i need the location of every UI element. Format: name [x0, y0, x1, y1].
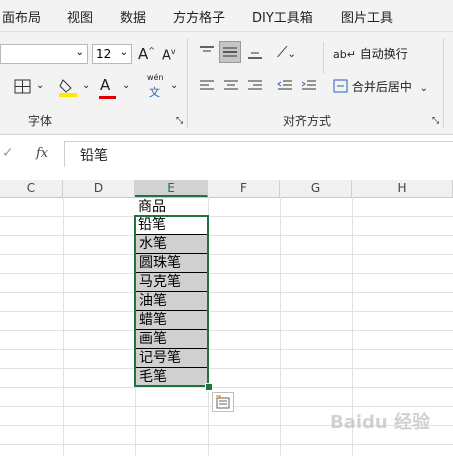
cell-item[interactable]: 画笔 [135, 330, 208, 349]
font-group-label: 字体 [28, 114, 53, 128]
grow-font-button[interactable]: A^ [138, 45, 155, 63]
cell-item[interactable]: 记号笔 [135, 349, 208, 368]
chevron-down-icon[interactable]: ⌄ [36, 80, 44, 91]
font-name-combo[interactable]: ⌄ [0, 44, 88, 64]
font-color-button[interactable]: A [99, 76, 116, 99]
column-header-f[interactable]: F [208, 180, 280, 197]
font-size-value: 12 [96, 47, 112, 61]
menu-view[interactable]: 视图 [67, 7, 93, 26]
orientation-button[interactable]: ⟋⌄ [277, 43, 296, 61]
chevron-down-icon[interactable]: ⌄ [82, 80, 90, 91]
font-color-swatch [99, 96, 116, 99]
quick-analysis-icon [216, 395, 230, 409]
wrap-text-icon: ab↵ [333, 48, 356, 61]
cell-item[interactable]: 蜡笔 [135, 311, 208, 330]
paint-bucket-icon [59, 79, 77, 97]
chevron-down-icon[interactable]: ⌄ [122, 80, 130, 91]
decrease-indent-button[interactable] [277, 79, 293, 96]
borders-icon [14, 79, 31, 94]
shrink-font-button[interactable]: Av [162, 47, 176, 63]
phonetic-icon: 文 [149, 86, 160, 99]
fill-handle[interactable] [205, 383, 213, 391]
align-bottom-button[interactable] [247, 47, 263, 64]
align-bottom-icon [248, 52, 262, 59]
check-icon[interactable]: ✓ [2, 145, 14, 161]
fill-color-button[interactable] [58, 77, 78, 100]
merge-center-label: 合并后居中 [351, 80, 412, 94]
column-header-c[interactable]: C [0, 180, 63, 197]
menu-fangfang[interactable]: 方方格子 [173, 7, 225, 26]
font-color-letter: A [100, 76, 111, 94]
column-header-e[interactable]: E [135, 180, 208, 197]
decrease-indent-icon [277, 80, 292, 90]
dialog-launcher-icon[interactable]: ⤡ [432, 116, 439, 126]
menu-bar: 面布局 视图 数据 方方格子 DIY工具箱 图片工具 [0, 0, 453, 32]
menu-diy-toolbox[interactable]: DIY工具箱 [252, 7, 313, 26]
phonetic-button[interactable]: wén [147, 73, 164, 82]
text-orientation-icon: ⟋ [277, 43, 288, 61]
menu-picture-tools[interactable]: 图片工具 [341, 7, 393, 26]
borders-button[interactable] [14, 79, 32, 98]
group-separator [187, 38, 188, 128]
cell-item[interactable]: 马克笔 [135, 273, 208, 292]
cell-e-header[interactable]: 商品 [135, 198, 208, 217]
chevron-down-icon: ⌄ [287, 49, 296, 60]
insert-function-button[interactable]: fx [36, 146, 48, 161]
merge-center-icon [333, 79, 348, 93]
align-right-button[interactable] [247, 79, 263, 96]
dialog-launcher-icon[interactable]: ⤡ [176, 116, 183, 126]
column-header-g[interactable]: G [280, 180, 352, 197]
cell-item[interactable]: 水笔 [135, 235, 208, 254]
font-size-combo[interactable]: 12 ⌄ [92, 44, 132, 64]
ribbon: ⌄ 12 ⌄ A^ Av ⌄ ⌄ A ⌄ wén 文 ⌄ 字体 ⤡ ⟋⌄ ab↵… [0, 32, 453, 135]
align-center-icon [224, 80, 238, 90]
menu-data[interactable]: 数据 [120, 7, 146, 26]
phonetic-top: wén [147, 73, 164, 82]
align-center-button[interactable] [223, 79, 239, 96]
formula-input[interactable]: 铅笔 [64, 141, 453, 167]
align-top-button[interactable] [199, 45, 215, 62]
column-header-d[interactable]: D [63, 180, 135, 197]
quick-analysis-button[interactable] [212, 392, 234, 412]
chevron-down-icon[interactable]: ⌄ [170, 80, 178, 91]
align-left-icon [200, 80, 214, 90]
group-separator [443, 38, 444, 128]
merge-center-button[interactable]: 合并后居中 ⌄ [333, 78, 428, 95]
chevron-down-icon: ⌄ [75, 47, 84, 58]
align-left-button[interactable] [199, 79, 215, 96]
increase-indent-button[interactable] [301, 79, 317, 96]
column-header-h[interactable]: H [352, 180, 453, 197]
divider [323, 42, 324, 74]
cell-item[interactable]: 铅笔 [135, 216, 208, 235]
alignment-group-label: 对齐方式 [283, 114, 332, 128]
column-header-row: C D E F G H [0, 180, 453, 198]
menu-page-layout[interactable]: 面布局 [2, 7, 41, 26]
cell-item[interactable]: 毛笔 [135, 368, 208, 387]
formula-bar: ✓ fx 铅笔 [0, 138, 453, 172]
align-top-icon [200, 46, 214, 52]
wrap-text-button[interactable]: ab↵ 自动换行 [333, 45, 408, 62]
align-middle-icon [223, 47, 237, 57]
align-middle-button[interactable] [219, 41, 241, 63]
cell-item[interactable]: 圆珠笔 [135, 254, 208, 273]
formula-value: 铅笔 [80, 148, 108, 164]
watermark: Baidu 经验 [330, 412, 431, 433]
chevron-down-icon: ⌄ [419, 83, 429, 94]
wrap-text-label: 自动换行 [359, 47, 408, 61]
chevron-down-icon: ⌄ [119, 47, 128, 58]
align-right-icon [248, 80, 262, 90]
cell-item[interactable]: 油笔 [135, 292, 208, 311]
increase-indent-icon [301, 80, 316, 90]
